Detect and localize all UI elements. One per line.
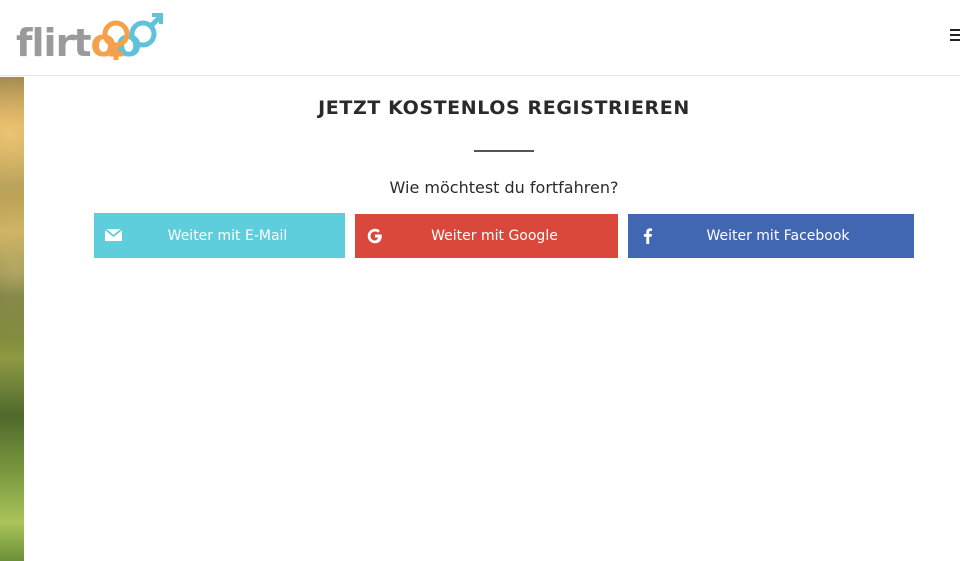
- hamburger-menu-icon[interactable]: [950, 29, 960, 43]
- page-title: JETZT KOSTENLOS REGISTRIEREN: [318, 97, 690, 119]
- top-navbar: flirtoo: [0, 0, 960, 76]
- continue-google-button[interactable]: Weiter mit Google: [355, 214, 618, 258]
- gender-symbols-icon: [102, 13, 163, 60]
- google-icon: [367, 228, 382, 244]
- facebook-icon: [643, 228, 653, 244]
- continue-facebook-button[interactable]: Weiter mit Facebook: [628, 214, 914, 258]
- facebook-button-label: Weiter mit Facebook: [706, 228, 850, 244]
- email-button-label: Weiter mit E-Mail: [167, 227, 288, 244]
- continue-email-button[interactable]: Weiter mit E-Mail: [94, 213, 345, 258]
- background-photo: [0, 77, 24, 561]
- brand-logo[interactable]: flirtoo: [16, 2, 166, 62]
- subtitle: Wie möchtest du fortfahren?: [389, 178, 619, 197]
- title-divider: [474, 150, 534, 152]
- google-button-label: Weiter mit Google: [431, 228, 558, 244]
- envelope-icon: [104, 228, 123, 241]
